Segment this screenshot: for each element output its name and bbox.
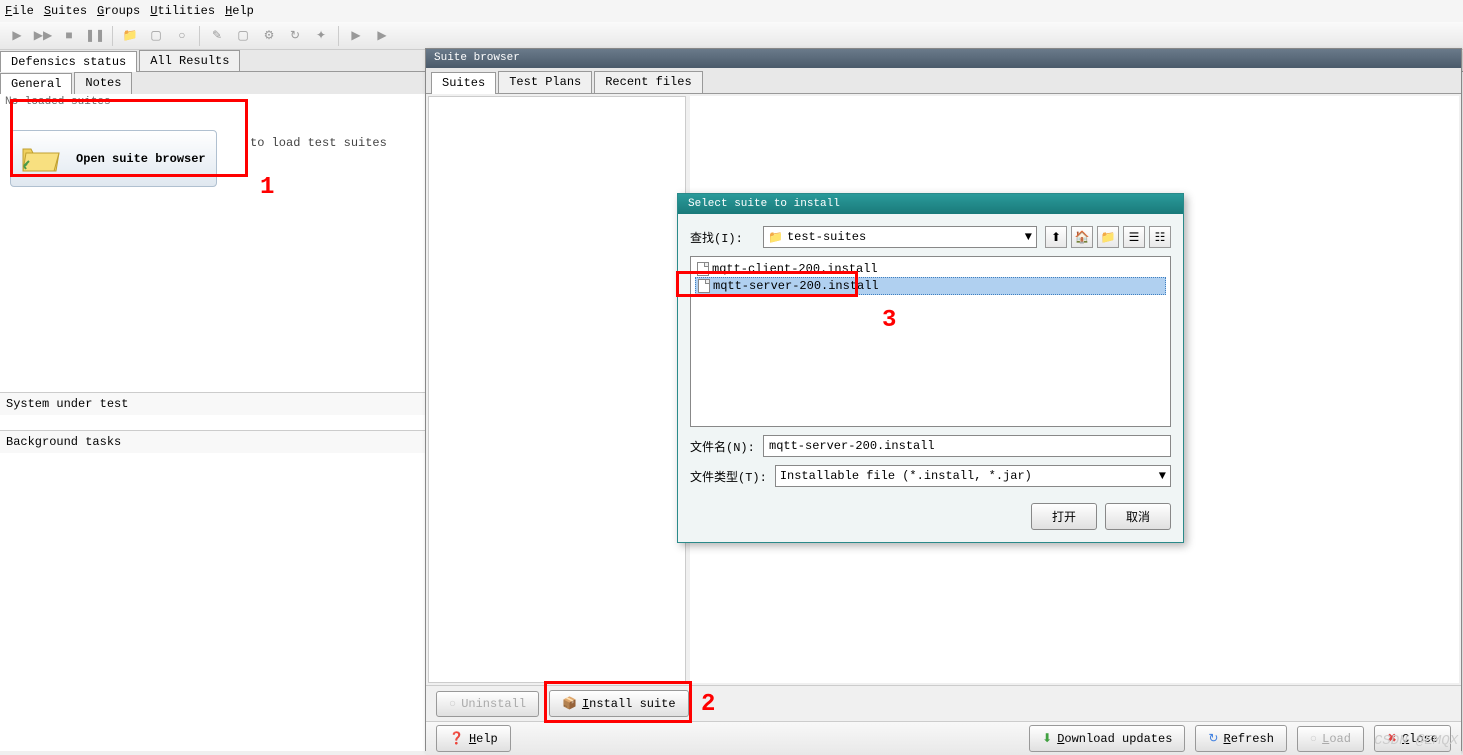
cancel-button[interactable]: 取消 [1105,503,1171,530]
separator [112,26,113,46]
sub-tabs: General Notes [0,72,429,94]
file-name: mqtt-server-200.install [713,279,879,293]
pause-icon[interactable]: ❚❚ [83,24,107,48]
watermark: CSDN @EMQX [1374,733,1458,749]
annotation-number-3: 3 [882,307,896,334]
left-panel: General Notes No loaded suites Open suit… [0,72,430,751]
look-in-row: 查找(I): 📁 test-suites ▼ ⬆ 🏠 📁 ☰ ☷ [690,226,1171,248]
tab-defensics-status[interactable]: Defensics status [0,51,137,72]
look-in-value: test-suites [787,230,866,244]
play-icon[interactable]: ▶ [5,24,29,48]
stop-icon[interactable]: ■ [57,24,81,48]
trailing-text: to load test suites [250,136,387,150]
step-icon[interactable]: ▶▶ [31,24,55,48]
suite-browser-tabs: Suites Test Plans Recent files [426,68,1461,94]
file-dialog: Select suite to install 查找(I): 📁 test-su… [677,193,1184,543]
open-suite-browser-button[interactable]: Open suite browser [10,130,217,187]
tab-general[interactable]: General [0,73,72,95]
filetype-combo[interactable]: Installable file (*.install, *.jar) ▼ [775,465,1171,487]
package-icon: 📦 [562,696,577,711]
menu-help[interactable]: Help [225,4,254,18]
folder-icon[interactable]: 📁 [118,24,142,48]
filetype-value: Installable file (*.install, *.jar) [780,469,1032,483]
download-icon: ⬇ [1042,731,1052,746]
menu-suites[interactable]: Suites [44,4,87,18]
annotation-number-1: 1 [260,174,274,201]
edit-icon[interactable]: ✎ [205,24,229,48]
new-folder-icon[interactable]: 📁 [1097,226,1119,248]
run-all-icon[interactable]: ▶ [370,24,394,48]
annotation-number-2: 2 [701,691,715,718]
menubar: FFileile Suites Groups Utilities Help [0,0,1463,22]
home-icon[interactable]: 🏠 [1071,226,1093,248]
file-name: mqtt-client-200.install [712,262,878,276]
file-list[interactable]: mqtt-client-200.install mqtt-server-200.… [690,256,1171,427]
help-button[interactable]: ❓ Help [436,725,511,752]
tab-test-plans[interactable]: Test Plans [498,71,592,93]
open-suite-browser-label: Open suite browser [76,152,206,166]
tab-all-results[interactable]: All Results [139,50,240,71]
circle-icon: ○ [1310,732,1317,746]
suite-browser-actions: ○ Uninstall 📦 Install suite 2 [426,685,1461,721]
suite-browser-title: Suite browser [426,49,1461,68]
background-tasks-section[interactable]: Background tasks [0,430,429,453]
menu-file[interactable]: FFileile [5,4,34,18]
suite-browser-tree[interactable] [428,96,686,683]
refresh-icon[interactable]: ↻ [283,24,307,48]
up-folder-icon[interactable]: ⬆ [1045,226,1067,248]
filename-label: 文件名(N): [690,438,755,455]
suite-browser-footer: ❓ Help ⬇ Download updates ↻ Refresh ○ Lo… [426,721,1461,755]
filetype-row: 文件类型(T): Installable file (*.install, *.… [690,465,1171,487]
download-updates-button[interactable]: ⬇ Download updates [1029,725,1185,752]
folder-open-icon [21,141,61,176]
no-loaded-suites-label: No loaded suites [0,94,429,110]
file-item-selected[interactable]: mqtt-server-200.install [695,277,1166,295]
menu-groups[interactable]: Groups [97,4,140,18]
separator [199,26,200,46]
gear-icon[interactable]: ⚙ [257,24,281,48]
list-view-icon[interactable]: ☰ [1123,226,1145,248]
tab-notes[interactable]: Notes [74,72,132,94]
system-under-test-section[interactable]: System under test [0,392,429,415]
details-view-icon[interactable]: ☷ [1149,226,1171,248]
dropdown-arrow-icon: ▼ [1159,469,1166,483]
file-dialog-body: 查找(I): 📁 test-suites ▼ ⬆ 🏠 📁 ☰ ☷ mqtt-cl… [678,214,1183,542]
toolbar: ▶ ▶▶ ■ ❚❚ 📁 ▢ ○ ✎ ▢ ⚙ ↻ ✦ ▶ ▶ [0,22,1463,50]
panel-body: No loaded suites Open suite browser to l… [0,94,429,392]
filetype-label: 文件类型(T): [690,468,767,485]
circle-icon: ○ [449,697,456,711]
separator [338,26,339,46]
uninstall-button[interactable]: ○ Uninstall [436,691,539,717]
folder-icon: 📁 [768,230,783,245]
refresh-button[interactable]: ↻ Refresh [1195,725,1286,752]
help-icon: ❓ [449,731,464,746]
document-icon[interactable]: ▢ [144,24,168,48]
file-item[interactable]: mqtt-client-200.install [695,261,1166,277]
circle-icon[interactable]: ○ [170,24,194,48]
file-icon [697,262,709,276]
filename-row: 文件名(N): [690,435,1171,457]
file-dialog-title: Select suite to install [678,194,1183,214]
tab-suites[interactable]: Suites [431,72,496,94]
dropdown-arrow-icon: ▼ [1025,230,1032,244]
open-button[interactable]: 打开 [1031,503,1097,530]
file-dialog-buttons: 打开 取消 [690,503,1171,530]
tab-recent-files[interactable]: Recent files [594,71,702,93]
load-button[interactable]: ○ Load [1297,726,1364,752]
file-icon [698,279,710,293]
look-in-combo[interactable]: 📁 test-suites ▼ [763,226,1037,248]
look-in-label: 查找(I): [690,229,755,246]
run-icon[interactable]: ▶ [344,24,368,48]
file-dialog-toolbar: ⬆ 🏠 📁 ☰ ☷ [1045,226,1171,248]
copy-icon[interactable]: ▢ [231,24,255,48]
refresh-icon: ↻ [1208,731,1218,746]
install-suite-button[interactable]: 📦 Install suite [549,690,689,717]
puzzle-icon[interactable]: ✦ [309,24,333,48]
menu-utilities[interactable]: Utilities [150,4,215,18]
filename-input[interactable] [763,435,1171,457]
